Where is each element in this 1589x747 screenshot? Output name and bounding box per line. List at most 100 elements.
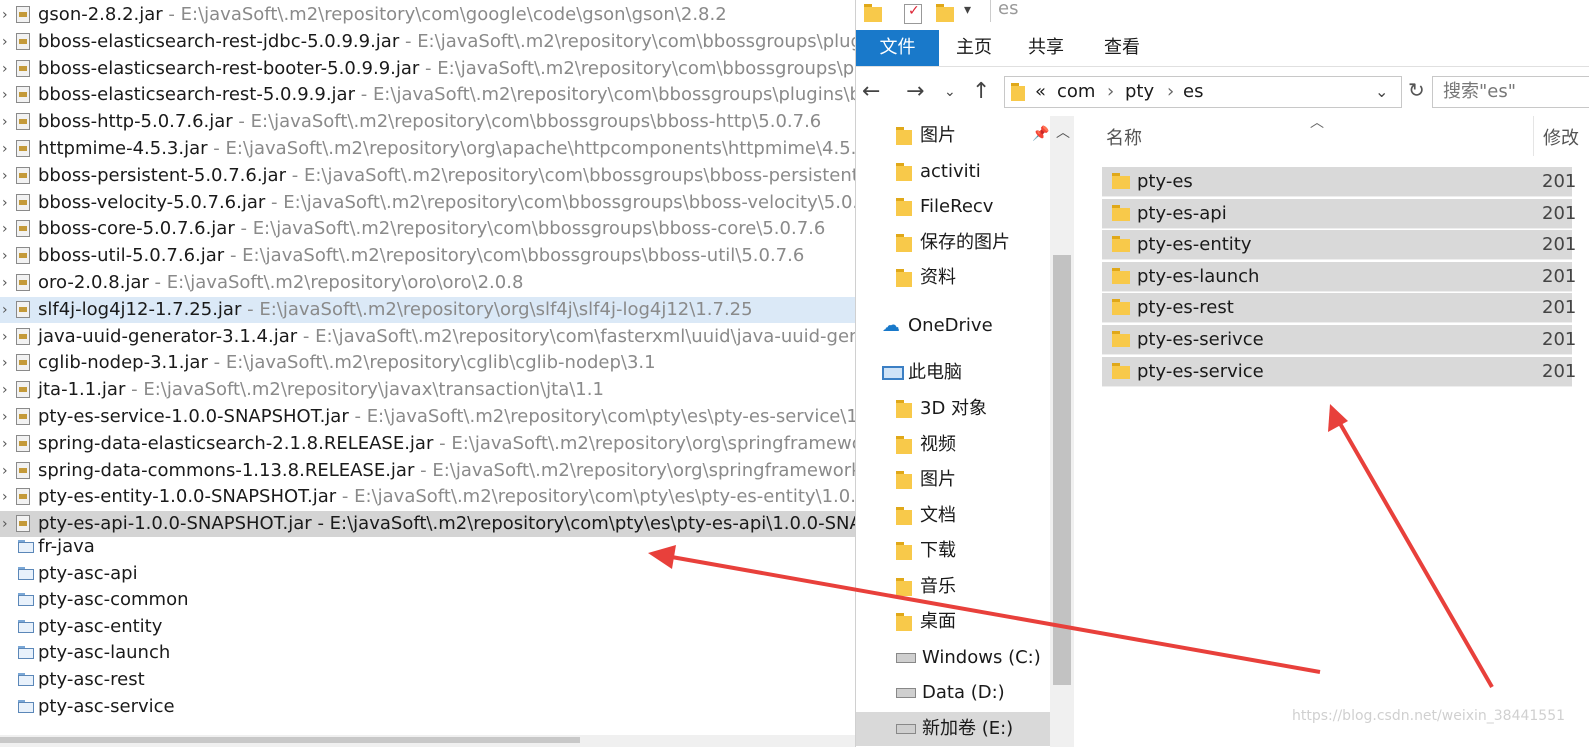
- back-arrow-icon[interactable]: ←: [862, 78, 880, 106]
- jar-row[interactable]: › bboss-persistent-5.0.7.6.jar - E:\javaS…: [0, 163, 855, 189]
- nav-item-pc[interactable]: 音乐: [896, 570, 956, 604]
- nav-item-pc[interactable]: 文档: [896, 499, 956, 533]
- jar-row[interactable]: › pty-es-service-1.0.0-SNAPSHOT.jar - E:\…: [0, 404, 855, 430]
- folder-row[interactable]: pty-es 201: [1102, 167, 1576, 197]
- recent-locations-chevron-icon[interactable]: ⌄: [944, 78, 956, 106]
- project-row[interactable]: pty-asc-common: [0, 587, 855, 613]
- jar-row[interactable]: › bboss-core-5.0.7.6.jar - E:\javaSoft\.m…: [0, 216, 855, 242]
- jar-row[interactable]: › slf4j-log4j12-1.7.25.jar - E:\javaSoft\…: [0, 296, 855, 323]
- expand-chevron-icon[interactable]: ›: [2, 377, 14, 403]
- jar-row[interactable]: › bboss-http-5.0.7.6.jar - E:\javaSoft\.m…: [0, 109, 855, 135]
- expand-chevron-icon[interactable]: ›: [2, 2, 14, 28]
- nav-item-onedrive[interactable]: ☁ OneDrive: [882, 309, 993, 343]
- breadcrumb-es[interactable]: es: [1183, 77, 1203, 107]
- folder-row[interactable]: pty-es-rest 201: [1102, 293, 1576, 324]
- horizontal-scroll-thumb[interactable]: [0, 737, 580, 743]
- expand-chevron-icon[interactable]: ›: [2, 109, 14, 135]
- up-arrow-icon[interactable]: ↑: [972, 78, 990, 106]
- tab-share[interactable]: 共享: [1022, 30, 1070, 66]
- breadcrumb-pty[interactable]: pty: [1125, 77, 1154, 107]
- jar-label: pty-es-service-1.0.0-SNAPSHOT.jar - E:\j…: [38, 404, 855, 430]
- nav-item-pc[interactable]: 桌面: [896, 605, 956, 639]
- tab-file[interactable]: 文件: [856, 30, 939, 66]
- project-row[interactable]: pty-asc-entity: [0, 614, 855, 640]
- tab-home[interactable]: 主页: [950, 30, 998, 66]
- nav-item-quick-access[interactable]: activiti: [896, 155, 981, 189]
- nav-item-pc[interactable]: Data (D:): [896, 676, 1005, 710]
- breadcrumb-com[interactable]: com: [1057, 77, 1095, 107]
- jar-row[interactable]: › spring-data-commons-1.13.8.RELEASE.jar …: [0, 458, 855, 484]
- nav-scroll-thumb[interactable]: [1053, 255, 1071, 685]
- expand-chevron-icon[interactable]: ›: [2, 82, 14, 108]
- pin-icon[interactable]: 📌: [1032, 126, 1049, 142]
- nav-item-pc[interactable]: 图片: [896, 463, 956, 497]
- address-bar[interactable]: « com › pty › es ⌄: [1004, 76, 1402, 108]
- jar-row[interactable]: › jta-1.1.jar - E:\javaSoft\.m2\repositor…: [0, 377, 855, 403]
- nav-item-quick-access[interactable]: 资料: [896, 261, 956, 295]
- jar-row[interactable]: › gson-2.8.2.jar - E:\javaSoft\.m2\reposi…: [0, 2, 855, 28]
- expand-chevron-icon[interactable]: ›: [2, 431, 14, 457]
- nav-item-this-pc[interactable]: 此电脑: [882, 356, 962, 390]
- jar-label: httpmime-4.5.3.jar - E:\javaSoft\.m2\rep…: [38, 136, 855, 162]
- project-row[interactable]: pty-asc-launch: [0, 640, 855, 666]
- folder-row[interactable]: pty-es-api 201: [1102, 198, 1576, 229]
- refresh-icon[interactable]: ↻: [1408, 78, 1425, 102]
- nav-item-quick-access[interactable]: 保存的图片: [896, 226, 1010, 260]
- jar-row[interactable]: › bboss-velocity-5.0.7.6.jar - E:\javaSof…: [0, 190, 855, 216]
- tab-view[interactable]: 查看: [1098, 30, 1146, 66]
- expand-chevron-icon[interactable]: ›: [2, 56, 14, 82]
- folder-row[interactable]: pty-es-serivce 201: [1102, 325, 1576, 355]
- expand-chevron-icon[interactable]: ›: [2, 458, 14, 484]
- expand-chevron-icon[interactable]: ›: [2, 136, 14, 162]
- expand-chevron-icon[interactable]: ›: [2, 190, 14, 216]
- new-folder-icon[interactable]: [936, 4, 954, 22]
- jar-path: E:\javaSoft\.m2\repository\com\bbossgrou…: [283, 191, 855, 213]
- forward-arrow-icon[interactable]: →: [906, 78, 924, 106]
- nav-item-pc[interactable]: 3D 对象: [896, 392, 987, 426]
- jar-separator: -: [433, 432, 452, 454]
- jar-row[interactable]: › bboss-elasticsearch-rest-5.0.9.9.jar - …: [0, 82, 855, 108]
- expand-chevron-icon[interactable]: ›: [2, 484, 14, 510]
- nav-item-pc[interactable]: Windows (C:): [896, 641, 1041, 675]
- nav-item-label: 新加卷 (E:): [922, 717, 1014, 739]
- jar-row[interactable]: › java-uuid-generator-3.1.4.jar - E:\java…: [0, 324, 855, 350]
- column-header-name[interactable]: 名称: [1106, 124, 1142, 154]
- jar-row[interactable]: › cglib-nodep-3.1.jar - E:\javaSoft\.m2\r…: [0, 350, 855, 376]
- expand-chevron-icon[interactable]: ›: [2, 270, 14, 296]
- column-header-modified[interactable]: 修改: [1543, 124, 1579, 154]
- folder-row[interactable]: pty-es-service 201: [1102, 356, 1576, 387]
- nav-item-pc[interactable]: 新加卷 (E:): [856, 711, 1050, 746]
- expand-chevron-icon[interactable]: ›: [2, 29, 14, 55]
- properties-icon[interactable]: ✓: [904, 3, 922, 24]
- nav-item-quick-access[interactable]: FileRecv: [896, 190, 993, 224]
- jar-row[interactable]: › spring-data-elasticsearch-2.1.8.RELEASE…: [0, 431, 855, 457]
- expand-chevron-icon[interactable]: ›: [2, 163, 14, 189]
- jar-row[interactable]: › oro-2.0.8.jar - E:\javaSoft\.m2\reposit…: [0, 270, 855, 296]
- jar-row[interactable]: › httpmime-4.5.3.jar - E:\javaSoft\.m2\re…: [0, 136, 855, 162]
- nav-item-pc[interactable]: 下载: [896, 534, 956, 568]
- jar-row[interactable]: › bboss-elasticsearch-rest-jdbc-5.0.9.9.j…: [0, 29, 855, 55]
- expand-chevron-icon[interactable]: ›: [2, 404, 14, 430]
- jar-row[interactable]: › bboss-util-5.0.7.6.jar - E:\javaSoft\.m…: [0, 243, 855, 269]
- expand-chevron-icon[interactable]: ›: [2, 243, 14, 269]
- project-row[interactable]: fr-java: [0, 534, 855, 560]
- address-dropdown-chevron-icon[interactable]: ⌄: [1375, 77, 1388, 107]
- customize-toolbar-icon[interactable]: ▾: [964, 2, 971, 18]
- jar-row[interactable]: › pty-es-entity-1.0.0-SNAPSHOT.jar - E:\j…: [0, 484, 855, 510]
- expand-chevron-icon[interactable]: ›: [2, 350, 14, 376]
- expand-chevron-icon[interactable]: ›: [2, 216, 14, 242]
- expand-chevron-icon[interactable]: ›: [2, 297, 14, 323]
- search-box[interactable]: 搜索"es": [1432, 76, 1589, 108]
- scroll-up-chevron-icon[interactable]: ︿: [1056, 122, 1070, 142]
- project-row[interactable]: pty-asc-api: [0, 561, 855, 587]
- project-row[interactable]: pty-asc-rest: [0, 667, 855, 693]
- breadcrumb-overflow[interactable]: «: [1035, 77, 1046, 107]
- jar-row[interactable]: › bboss-elasticsearch-rest-booter-5.0.9.9…: [0, 56, 855, 82]
- folder-row[interactable]: pty-es-launch 201: [1102, 261, 1576, 292]
- nav-item-pc[interactable]: 视频: [896, 428, 956, 462]
- nav-item-quick-access[interactable]: 图片: [896, 119, 956, 153]
- column-divider[interactable]: [1533, 116, 1534, 156]
- expand-chevron-icon[interactable]: ›: [2, 324, 14, 350]
- folder-row[interactable]: pty-es-entity 201: [1102, 230, 1576, 261]
- project-row[interactable]: pty-asc-service: [0, 694, 855, 720]
